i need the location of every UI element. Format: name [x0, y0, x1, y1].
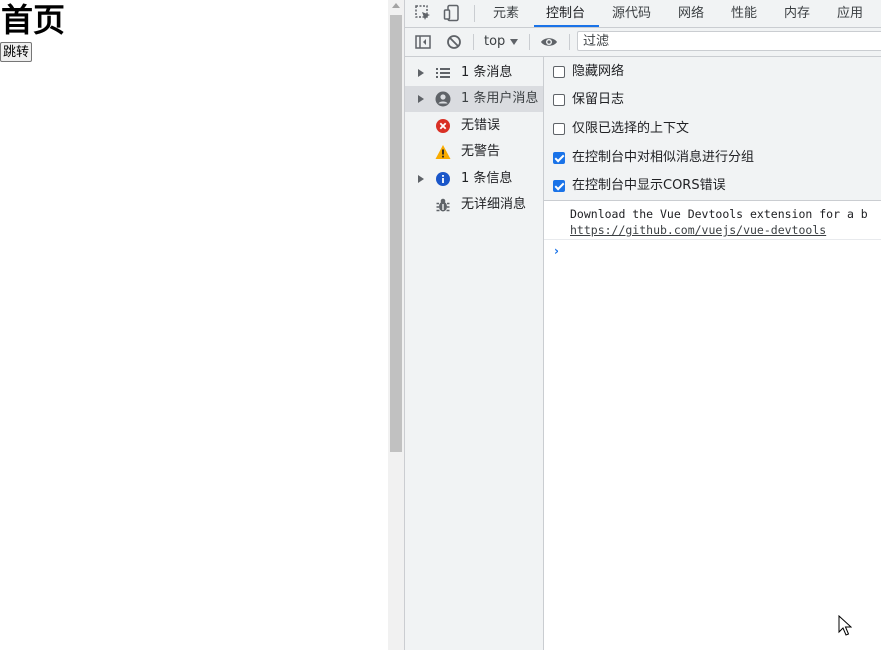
scroll-up-arrow-icon[interactable] [392, 3, 400, 8]
setting-preserve-log[interactable]: 保留日志 [544, 86, 881, 114]
page-title: 首页 [1, 1, 66, 39]
console-message: Download the Vue Devtools extension for … [544, 201, 881, 240]
console-sidebar: 1 条消息 1 条用户消息 无错误 无警告 1 条信息 无详细消息 [405, 57, 544, 650]
sidebar-item-label: 1 条用户消息 [461, 91, 539, 106]
sidebar-item-label: 1 条消息 [461, 65, 513, 80]
live-expression-eye-icon[interactable] [540, 33, 558, 51]
checkbox[interactable] [553, 94, 565, 106]
setting-label: 在控制台中对相似消息进行分组 [572, 150, 755, 165]
clear-console-icon[interactable] [445, 33, 463, 51]
sidebar-item-user-messages[interactable]: 1 条用户消息 [405, 86, 543, 112]
device-toolbar-icon[interactable] [443, 4, 461, 22]
tab-application[interactable]: 应用 [837, 0, 863, 27]
page-content: 首页 跳转 [0, 0, 388, 650]
toolbar-separator [569, 34, 570, 50]
tab-performance[interactable]: 性能 [731, 0, 757, 27]
tab-separator [474, 5, 475, 22]
sidebar-item-verbose[interactable]: 无详细消息 [405, 192, 543, 218]
checkbox[interactable] [553, 66, 565, 78]
info-icon [436, 172, 450, 186]
expand-arrow-icon[interactable] [418, 95, 424, 103]
inspect-element-icon[interactable] [414, 4, 432, 22]
error-icon [436, 119, 450, 133]
console-toolbar: top [405, 28, 881, 57]
setting-show-cors-errors[interactable]: 在控制台中显示CORS错误 [544, 172, 881, 200]
setting-group-similar[interactable]: 在控制台中对相似消息进行分组 [544, 144, 881, 172]
setting-label: 隐藏网络 [572, 64, 625, 79]
tab-memory[interactable]: 内存 [784, 0, 810, 27]
sidebar-item-warnings[interactable]: 无警告 [405, 139, 543, 165]
show-sidebar-icon[interactable] [414, 33, 432, 51]
sidebar-item-label: 无警告 [461, 144, 501, 159]
chevron-down-icon[interactable] [510, 39, 518, 45]
sidebar-item-messages[interactable]: 1 条消息 [405, 60, 543, 86]
toolbar-separator [529, 34, 530, 50]
setting-hide-network[interactable]: 隐藏网络 [544, 58, 881, 86]
tab-sources[interactable]: 源代码 [612, 0, 651, 27]
checkbox[interactable] [553, 180, 565, 192]
list-icon [436, 68, 450, 78]
sidebar-item-errors[interactable]: 无错误 [405, 113, 543, 139]
warning-icon [435, 145, 451, 159]
filter-input[interactable] [577, 31, 881, 51]
console-message-text: Download the Vue Devtools extension for … [570, 207, 868, 221]
console-settings: 隐藏网络 保留日志 仅限已选择的上下文 在控制台中对相似消息进行分组 在控制台中… [544, 57, 881, 201]
jump-button[interactable]: 跳转 [0, 42, 33, 62]
sidebar-item-label: 无详细消息 [461, 197, 527, 212]
toolbar-separator [473, 34, 474, 50]
console-prompt-icon[interactable]: › [554, 244, 559, 258]
setting-selected-context-only[interactable]: 仅限已选择的上下文 [544, 115, 881, 143]
mouse-cursor-icon [838, 615, 852, 636]
active-tab-indicator [534, 25, 599, 27]
user-icon [435, 91, 451, 107]
checkbox[interactable] [553, 152, 565, 164]
sidebar-item-label: 1 条信息 [461, 171, 513, 186]
devtools-tabbar: 元素 控制台 源代码 网络 性能 内存 应用 [405, 0, 881, 28]
devtools-panel: 元素 控制台 源代码 网络 性能 内存 应用 top 过滤 1 条消息 1 条用… [405, 0, 881, 650]
page-scrollbar[interactable] [388, 0, 404, 650]
sidebar-item-info[interactable]: 1 条信息 [405, 166, 543, 192]
setting-label: 在控制台中显示CORS错误 [572, 178, 726, 193]
setting-label: 仅限已选择的上下文 [572, 121, 690, 136]
tab-elements[interactable]: 元素 [493, 0, 519, 27]
tab-console[interactable]: 控制台 [546, 0, 585, 27]
expand-arrow-icon[interactable] [418, 175, 424, 183]
tab-network[interactable]: 网络 [678, 0, 704, 27]
console-output[interactable]: Download the Vue Devtools extension for … [544, 201, 881, 650]
sidebar-item-label: 无错误 [461, 118, 501, 133]
checkbox[interactable] [553, 123, 565, 135]
setting-label: 保留日志 [572, 92, 625, 107]
expand-arrow-icon[interactable] [418, 69, 424, 77]
context-selector[interactable]: top [484, 28, 505, 56]
scrollbar-thumb[interactable] [390, 15, 402, 452]
bug-icon [436, 198, 450, 212]
vue-devtools-link[interactable]: https://github.com/vuejs/vue-devtools [570, 222, 826, 238]
